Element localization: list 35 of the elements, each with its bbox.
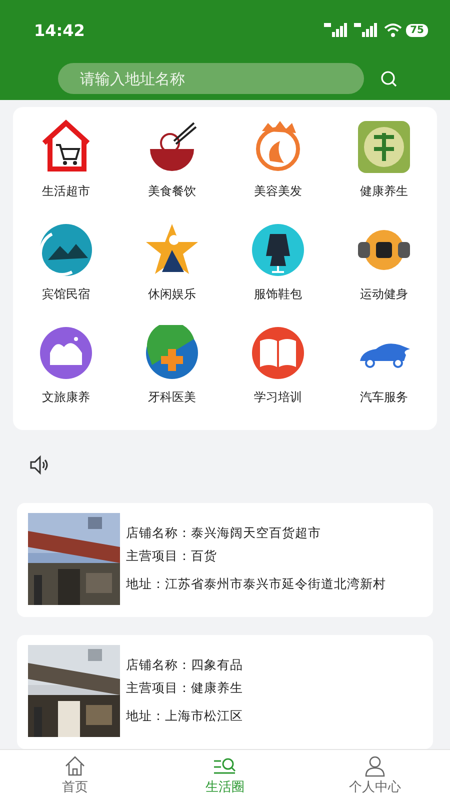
- wifi-icon: [384, 23, 402, 37]
- store-card[interactable]: 店铺名称：泰兴海阔天空百货超市 主营项目：百货 地址：江苏省泰州市泰兴市延令街道北湾新村: [17, 503, 433, 618]
- category-label[interactable]: 美食餐饮: [148, 182, 196, 200]
- category-label[interactable]: 学习培训: [254, 388, 302, 406]
- category-label[interactable]: 健康养生: [360, 182, 408, 200]
- search-field[interactable]: 请输入地址名称: [58, 63, 364, 94]
- store-business: 主营项目：百货: [126, 547, 218, 566]
- category-label[interactable]: 服饰鞋包: [254, 286, 302, 303]
- category-label[interactable]: 美容美发: [254, 182, 302, 200]
- battery-level: 75: [406, 24, 428, 36]
- nav-tab[interactable]: 首页: [0, 750, 150, 800]
- book-icon[interactable]: [250, 324, 306, 381]
- nav-tab[interactable]: 个人中心: [300, 750, 450, 800]
- category-label[interactable]: 牙科医美: [148, 388, 196, 406]
- home-icon: [64, 754, 86, 777]
- herb-sign-icon[interactable]: [356, 118, 412, 175]
- store-card[interactable]: 店铺名称：四象有品 主营项目：健康养生 地址：上海市松江区: [17, 635, 433, 750]
- mountain-icon[interactable]: [38, 222, 94, 278]
- store-name: 店铺名称：泰兴海阔天空百货超市: [126, 524, 322, 542]
- person-icon: [364, 754, 386, 777]
- speaker-icon[interactable]: [28, 454, 50, 476]
- category-label[interactable]: 宾馆民宿: [42, 286, 90, 303]
- category-label[interactable]: 文旅康养: [42, 388, 90, 406]
- store-address: 地址：江苏省泰州市泰兴市延令街道北湾新村: [126, 575, 386, 594]
- status-time: 14:42: [34, 20, 85, 40]
- category-label[interactable]: 休闲娱乐: [148, 286, 196, 303]
- store-business: 主营项目：健康养生: [126, 679, 243, 698]
- search-icon[interactable]: [380, 70, 398, 88]
- category-label[interactable]: 生活超市: [42, 182, 90, 200]
- nav-tab[interactable]: 生活圈: [150, 750, 300, 800]
- store-address: 地址：上海市松江区: [126, 707, 243, 726]
- store-name: 店铺名称：四象有品: [126, 656, 243, 674]
- category-label[interactable]: 汽车服务: [360, 388, 408, 406]
- category-label[interactable]: 运动健身: [360, 286, 408, 303]
- tooth-cross-icon[interactable]: [144, 324, 200, 381]
